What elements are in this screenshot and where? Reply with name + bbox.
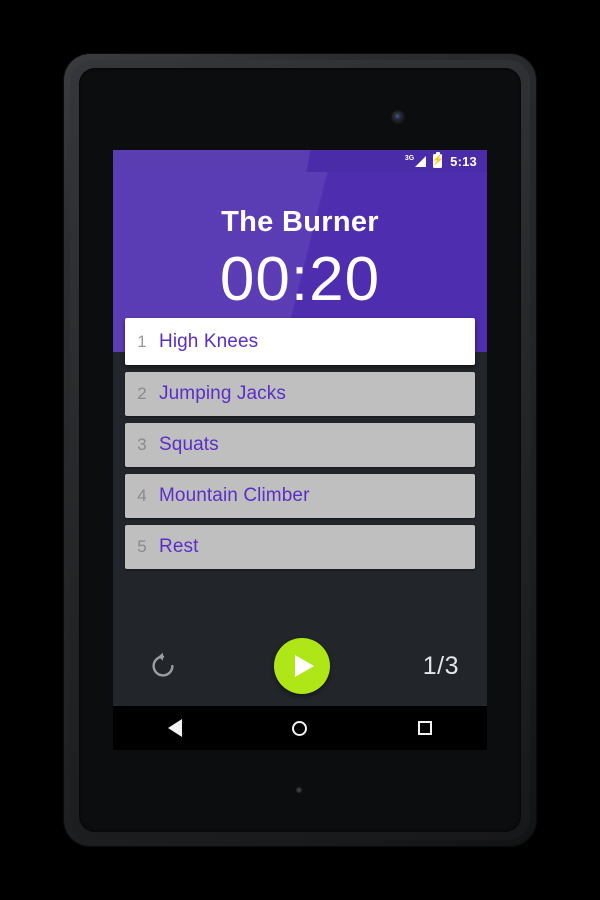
restart-icon [152, 652, 174, 677]
exercise-row[interactable]: 4 Mountain Climber [125, 474, 475, 518]
nav-recents-button[interactable] [395, 706, 455, 750]
exercise-name: Rest [159, 536, 199, 557]
camera-icon [392, 111, 404, 123]
exercise-index: 1 [137, 331, 147, 351]
back-triangle-icon [168, 719, 183, 737]
exercise-row[interactable]: 2 Jumping Jacks [125, 372, 475, 416]
exercise-index: 3 [137, 435, 147, 454]
playback-controls: 1/3 [113, 626, 487, 706]
nav-home-button[interactable] [270, 706, 330, 750]
signal-triangle-icon [415, 156, 427, 167]
camera-lens-icon [395, 114, 401, 120]
charging-bolt-icon: ⚡ [431, 155, 444, 166]
exercise-name: Squats [159, 434, 219, 455]
exercise-row[interactable]: 3 Squats [125, 423, 475, 467]
exercise-list: 1 High Knees 2 Jumping Jacks 3 Squats 4 Mountai… [113, 318, 487, 576]
status-bar-clock: 5:13 [450, 153, 477, 169]
battery-charging-icon: ⚡ [431, 151, 444, 168]
microphone-dot-icon [296, 787, 302, 793]
exercise-index: 5 [137, 537, 147, 556]
round-counter: 1/3 [422, 651, 459, 680]
signal-bars-icon: 3G [404, 155, 427, 167]
play-icon [295, 655, 315, 677]
exercise-name: Mountain Climber [159, 485, 310, 506]
android-nav-bar [113, 706, 487, 750]
exercise-index: 2 [137, 384, 147, 403]
network-type-label: 3G [404, 155, 415, 162]
exercise-row[interactable]: 1 High Knees [125, 318, 475, 365]
exercise-name: Jumping Jacks [159, 383, 286, 404]
play-button[interactable] [273, 638, 330, 694]
exercise-row[interactable]: 5 Rest [125, 525, 475, 569]
nav-back-button[interactable] [145, 706, 205, 750]
restart-button[interactable] [141, 644, 185, 688]
home-circle-icon [292, 720, 308, 736]
app-screen: 3G ⚡ 5:13 The Burner 00:20 1 High Knees 2 J… [113, 150, 487, 750]
recents-square-icon [417, 721, 432, 735]
exercise-name: High Knees [159, 330, 259, 352]
exercise-index: 4 [137, 486, 147, 505]
page-title: The Burner [221, 206, 379, 238]
status-bar: 3G ⚡ 5:13 [113, 150, 487, 172]
countdown-timer: 00:20 [219, 245, 381, 314]
